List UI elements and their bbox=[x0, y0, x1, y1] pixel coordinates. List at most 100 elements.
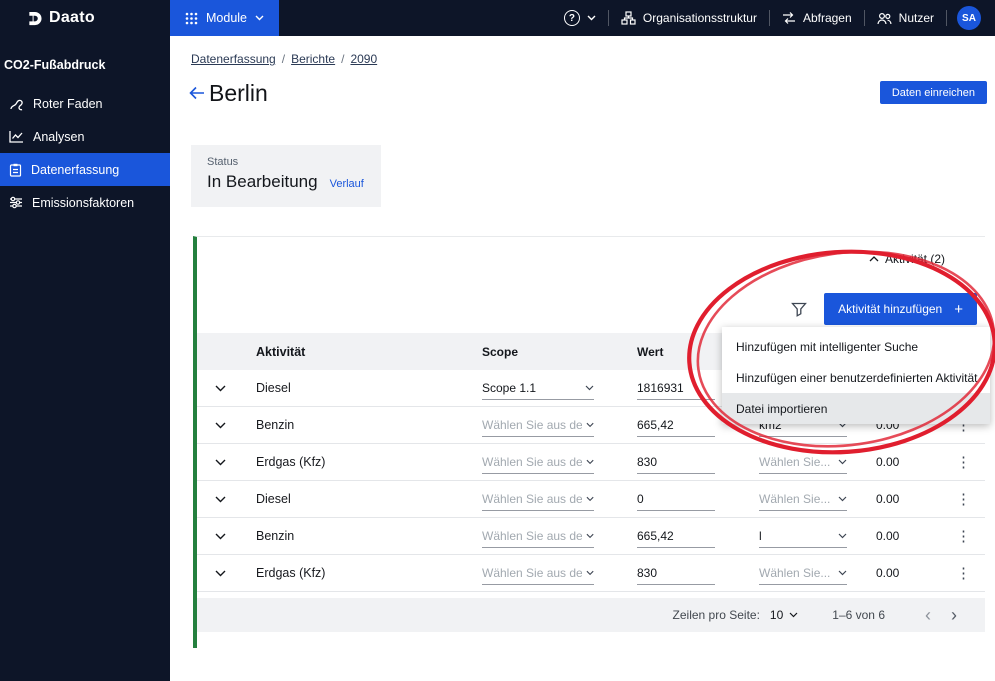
topbar: Daato Module ? Organisationsstruktur Abf… bbox=[0, 0, 995, 36]
chevron-down-icon bbox=[586, 459, 594, 464]
rows-per-page-label: Zeilen pro Seite: bbox=[672, 608, 760, 622]
divider bbox=[946, 10, 947, 26]
activity-section-toggle[interactable]: Aktivität (2) bbox=[869, 252, 945, 266]
kebab-icon: ⋮ bbox=[956, 491, 971, 508]
breadcrumb-link-datenerfassung[interactable]: Datenerfassung bbox=[191, 52, 276, 66]
row-total: 0.00 bbox=[876, 492, 900, 506]
row-value-input[interactable]: 830 bbox=[637, 451, 715, 474]
add-activity-dropdown: Hinzufügen mit intelligenter Suche Hinzu… bbox=[722, 327, 990, 424]
row-value-input[interactable]: 665,42 bbox=[637, 525, 715, 548]
menu-item-import-file[interactable]: Datei importieren bbox=[722, 393, 990, 424]
row-scope-select[interactable]: Wählen Sie aus de... bbox=[482, 414, 594, 437]
table-row: Diesel Wählen Sie aus de... 0 Wählen Sie… bbox=[197, 481, 985, 518]
chevron-up-icon bbox=[869, 256, 879, 262]
breadcrumb-separator: / bbox=[281, 52, 286, 66]
row-menu-button[interactable]: ⋮ bbox=[942, 564, 985, 582]
breadcrumb-link-berichte[interactable]: Berichte bbox=[291, 52, 335, 66]
row-scope-select[interactable]: Wählen Sie aus de... bbox=[482, 488, 594, 511]
row-value-input[interactable]: 665,42 bbox=[637, 414, 715, 437]
row-total: 0.00 bbox=[876, 529, 900, 543]
row-scope-select[interactable]: Wählen Sie aus de... bbox=[482, 562, 594, 585]
back-arrow-icon[interactable] bbox=[189, 86, 205, 100]
chevron-down-icon bbox=[215, 533, 226, 539]
row-total: 0.00 bbox=[876, 566, 900, 580]
thread-icon bbox=[10, 99, 23, 110]
sidebar-item-label: Analysen bbox=[33, 129, 85, 144]
row-expand-button[interactable] bbox=[197, 570, 244, 577]
query-icon bbox=[782, 12, 795, 24]
row-value-input[interactable]: 1816931 bbox=[637, 377, 715, 400]
menu-item-intelligent-search[interactable]: Hinzufügen mit intelligenter Suche bbox=[722, 331, 990, 362]
chevron-down-icon bbox=[586, 422, 594, 427]
nav-organisationsstruktur[interactable]: Organisationsstruktur bbox=[609, 0, 769, 36]
row-unit-select[interactable]: Wählen Sie... bbox=[759, 451, 847, 474]
chevron-down-icon bbox=[586, 496, 594, 501]
nav-label: Abfragen bbox=[802, 11, 852, 25]
prev-page-icon[interactable]: ‹ bbox=[915, 606, 941, 624]
menu-item-custom-activity[interactable]: Hinzufügen einer benutzerdefinierten Akt… bbox=[722, 362, 990, 393]
breadcrumb-link-2090[interactable]: 2090 bbox=[350, 52, 377, 66]
chevron-down-icon bbox=[587, 15, 596, 21]
nav-label: Nutzer bbox=[898, 11, 934, 25]
page-title: Berlin bbox=[209, 79, 268, 106]
chevron-down-icon bbox=[255, 15, 264, 21]
help-menu[interactable]: ? bbox=[552, 0, 608, 36]
nav-nutzer[interactable]: Nutzer bbox=[865, 0, 946, 36]
activity-section-title: Aktivität (2) bbox=[884, 252, 945, 266]
brand-logo: Daato bbox=[0, 0, 170, 36]
row-scope-select[interactable]: Wählen Sie aus de... bbox=[482, 451, 594, 474]
rows-per-page-value: 10 bbox=[769, 608, 784, 622]
row-expand-button[interactable] bbox=[197, 385, 244, 392]
column-header-scope: Scope bbox=[482, 344, 519, 359]
row-activity-name: Erdgas (Kfz) bbox=[256, 455, 326, 469]
sidebar-item-datenerfassung[interactable]: Datenerfassung bbox=[0, 153, 170, 186]
add-activity-label: Aktivität hinzufügen bbox=[838, 302, 943, 316]
chevron-down-icon bbox=[215, 385, 226, 391]
brand-name: Daato bbox=[49, 9, 95, 26]
row-expand-button[interactable] bbox=[197, 459, 244, 466]
plus-icon: + bbox=[954, 300, 963, 318]
breadcrumb-separator: / bbox=[341, 52, 345, 66]
sidebar-item-label: Emissionsfaktoren bbox=[32, 195, 135, 210]
row-activity-name: Diesel bbox=[256, 492, 291, 506]
row-unit-select[interactable]: l bbox=[759, 525, 847, 548]
submit-data-button[interactable]: Daten einreichen bbox=[879, 81, 987, 104]
row-value-input[interactable]: 0 bbox=[637, 488, 715, 511]
add-activity-button[interactable]: Aktivität hinzufügen + bbox=[824, 293, 977, 325]
row-scope-select[interactable]: Wählen Sie aus de... bbox=[482, 525, 594, 548]
sidebar-item-label: Roter Faden bbox=[33, 96, 103, 111]
row-value-input[interactable]: 830 bbox=[637, 562, 715, 585]
chevron-down-icon bbox=[838, 459, 847, 464]
kebab-icon: ⋮ bbox=[956, 454, 971, 471]
user-avatar[interactable]: SA bbox=[957, 6, 981, 30]
row-activity-name: Erdgas (Kfz) bbox=[256, 566, 326, 580]
pagination-range: 1–6 von 6 bbox=[832, 608, 885, 622]
sidebar-item-analysen[interactable]: Analysen bbox=[0, 120, 170, 153]
chevron-down-icon bbox=[215, 496, 226, 502]
column-header-aktivitaet: Aktivität bbox=[256, 344, 306, 359]
row-menu-button[interactable]: ⋮ bbox=[942, 527, 985, 545]
daato-logo-icon bbox=[29, 11, 42, 25]
row-scope-select[interactable]: Scope 1.1 bbox=[482, 377, 594, 400]
users-icon bbox=[877, 12, 892, 24]
nav-abfragen[interactable]: Abfragen bbox=[770, 0, 864, 36]
row-expand-button[interactable] bbox=[197, 496, 244, 503]
row-expand-button[interactable] bbox=[197, 533, 244, 540]
sidebar-item-emissionsfaktoren[interactable]: Emissionsfaktoren bbox=[0, 186, 170, 219]
rows-per-page-select[interactable]: 10 bbox=[770, 608, 798, 622]
row-menu-button[interactable]: ⋮ bbox=[942, 453, 985, 471]
sidebar-item-roter-faden[interactable]: Roter Faden bbox=[0, 87, 170, 120]
row-unit-select[interactable]: Wählen Sie... bbox=[759, 562, 847, 585]
chevron-down-icon bbox=[586, 570, 594, 575]
kebab-icon: ⋮ bbox=[956, 565, 971, 582]
row-menu-button[interactable]: ⋮ bbox=[942, 490, 985, 508]
row-unit-select[interactable]: Wählen Sie... bbox=[759, 488, 847, 511]
row-expand-button[interactable] bbox=[197, 422, 244, 429]
module-switcher-button[interactable]: Module bbox=[170, 0, 279, 36]
chevron-down-icon bbox=[215, 570, 226, 576]
chevron-down-icon bbox=[215, 459, 226, 465]
chevron-down-icon bbox=[586, 533, 594, 538]
next-page-icon[interactable]: › bbox=[941, 606, 967, 624]
history-link[interactable]: Verlauf bbox=[330, 178, 364, 190]
filter-icon[interactable] bbox=[791, 302, 808, 317]
